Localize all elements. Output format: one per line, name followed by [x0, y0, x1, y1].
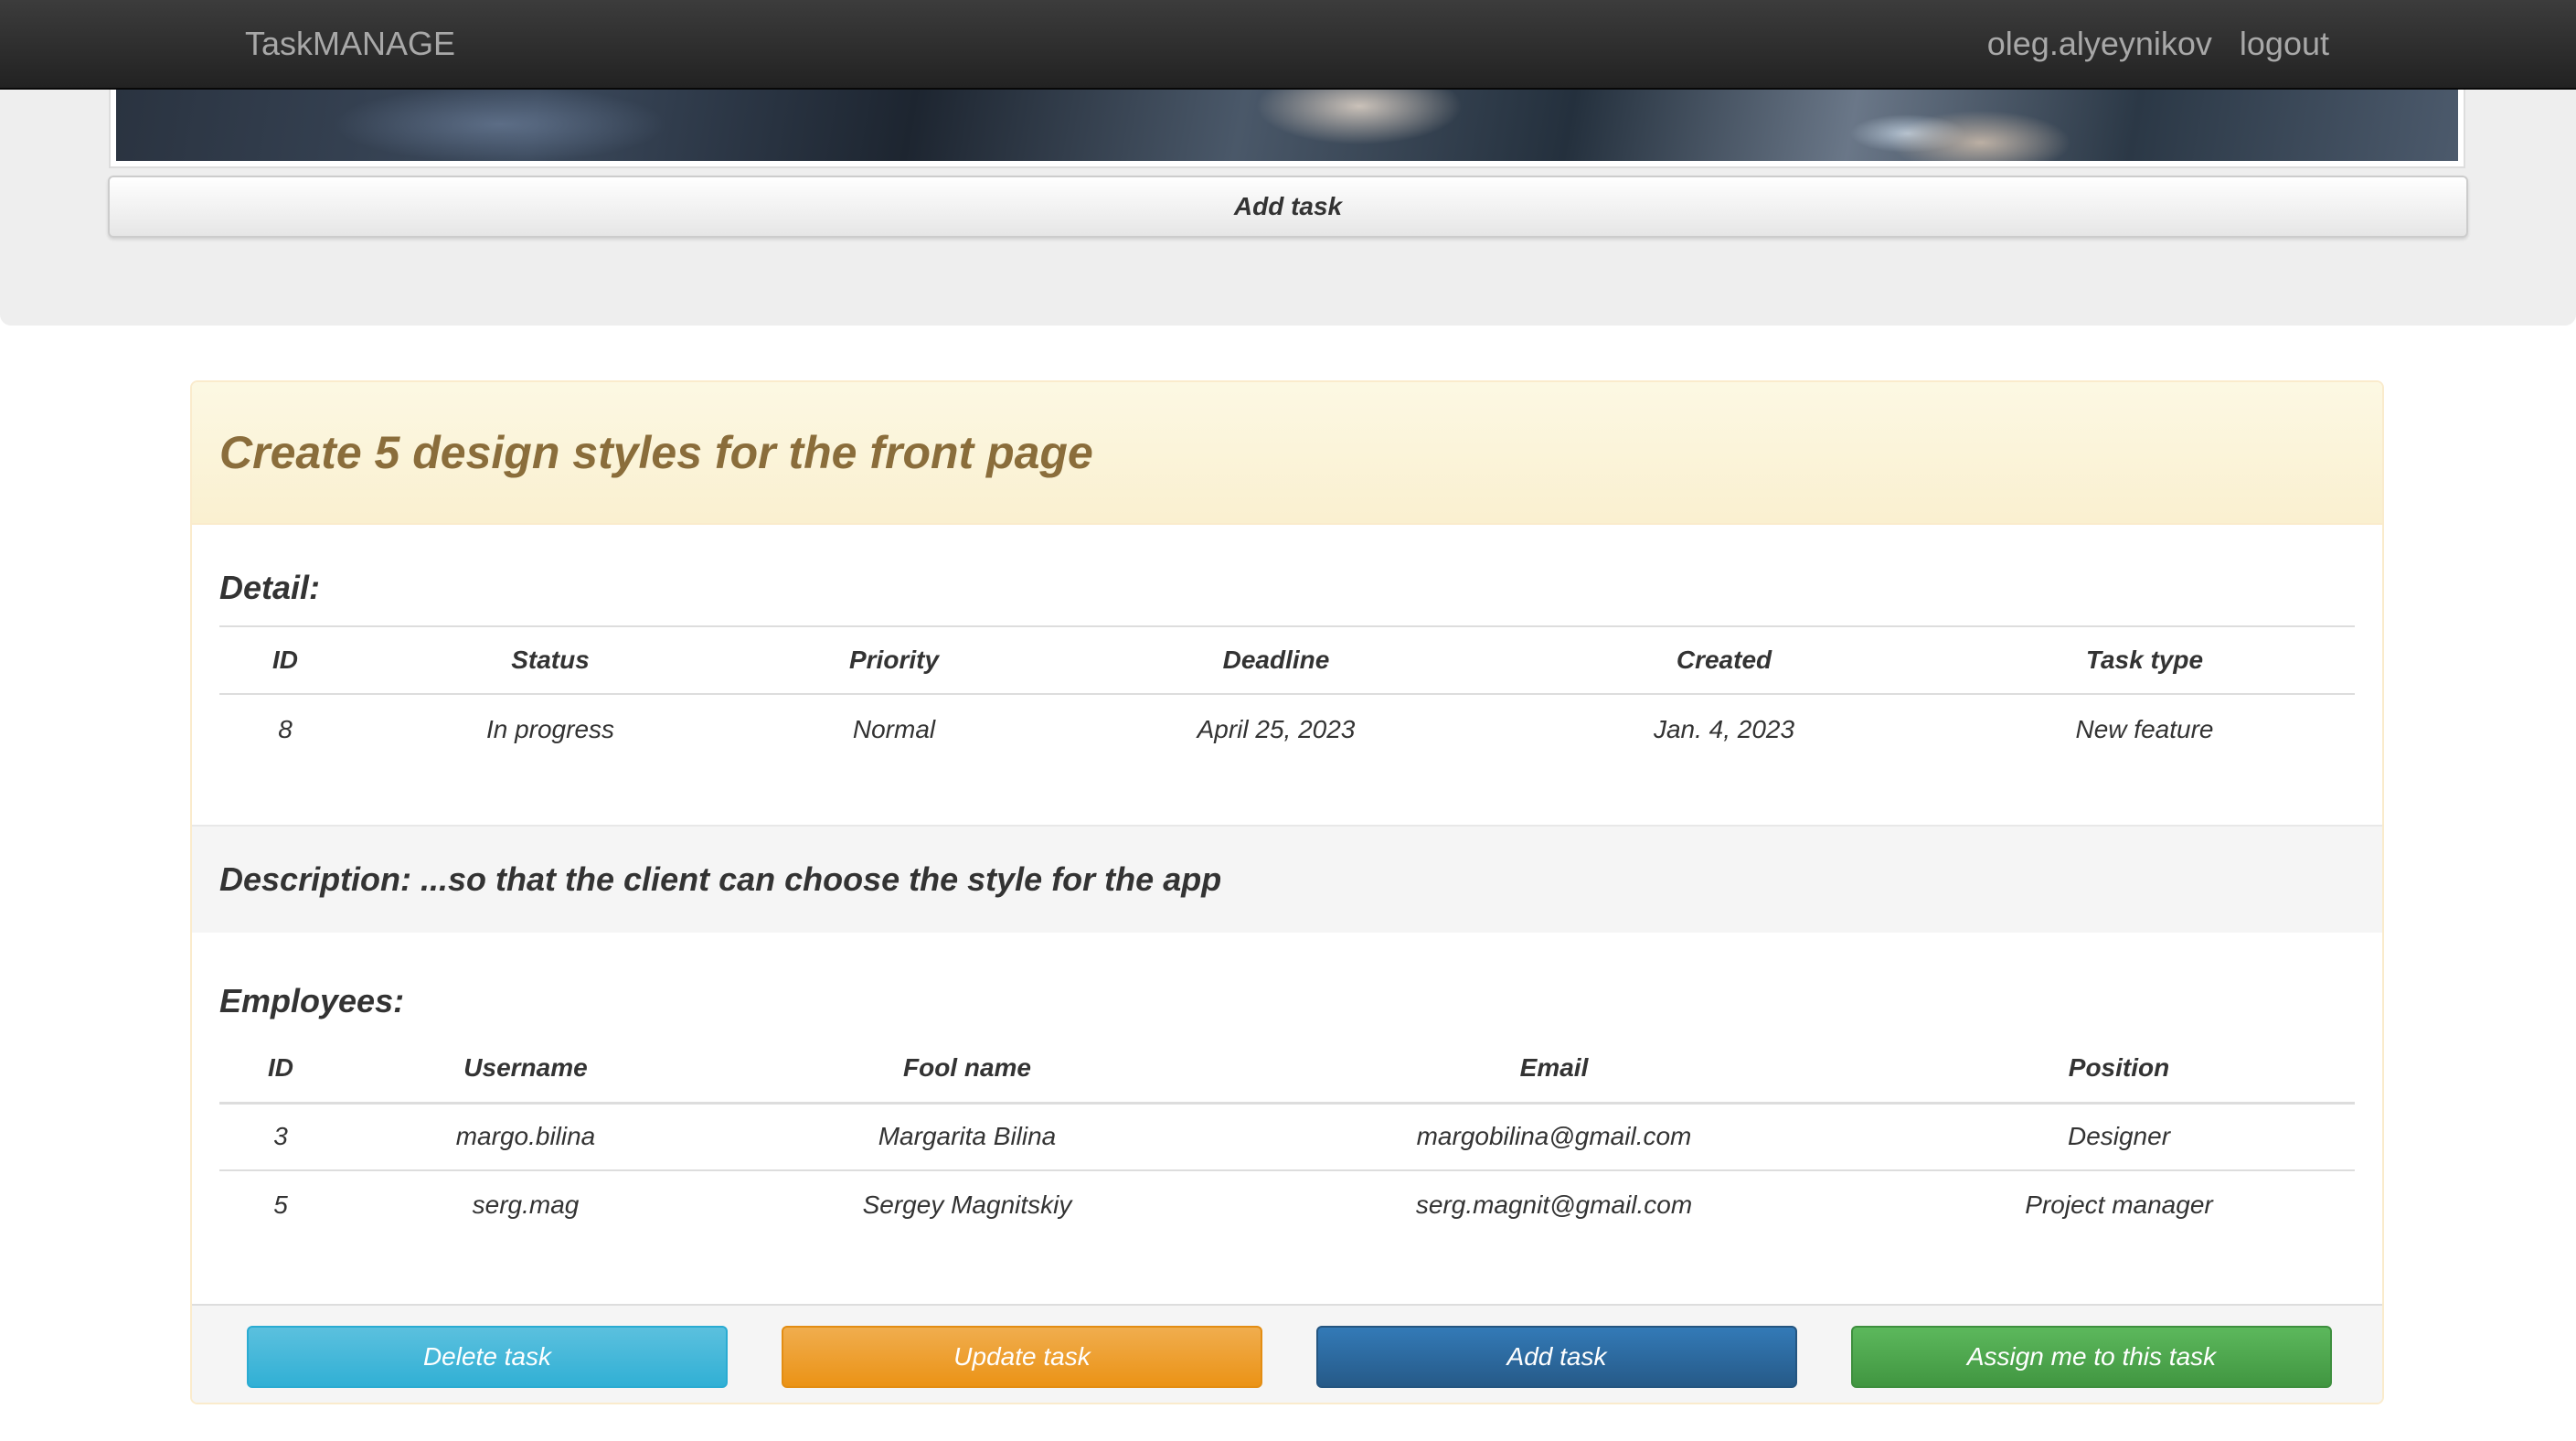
- task-status: In progress: [485, 714, 615, 743]
- employee-fullname: Sergey Magnitskiy: [862, 1190, 1072, 1219]
- emp-col-position: Position: [2068, 1053, 2170, 1083]
- detail-header-row: ID Status Priority Deadline Created Task…: [219, 626, 2355, 694]
- employee-id: 5: [273, 1190, 288, 1219]
- task-id: 8: [278, 714, 293, 743]
- navbar-user-menu: oleg.alyeynikov logout: [1987, 24, 2329, 64]
- employees-table: ID Username Fool name Email Position 3 m…: [219, 1035, 2355, 1238]
- assign-me-button[interactable]: Assign me to this task: [1851, 1326, 2332, 1388]
- detail-col-deadline: Deadline: [1222, 646, 1330, 674]
- top-navbar: TaskMANAGE oleg.alyeynikov logout: [0, 0, 2576, 90]
- task-detail-table: ID Status Priority Deadline Created Task…: [219, 625, 2355, 763]
- description-text: Description: ...so that the client can c…: [219, 860, 1222, 898]
- emp-col-email: Email: [1519, 1053, 1589, 1083]
- hero-image: [116, 88, 2458, 161]
- detail-col-id: ID: [272, 646, 298, 674]
- task-description: Description: ...so that the client can c…: [192, 825, 2382, 933]
- detail-heading: Detail:: [219, 569, 321, 606]
- employee-position: Project manager: [2025, 1190, 2213, 1219]
- task-actions-footer: Delete task Update task Add task Assign …: [192, 1304, 2382, 1403]
- logout-link[interactable]: logout: [2240, 24, 2329, 64]
- employee-email: margobilina@gmail.com: [1416, 1122, 1692, 1151]
- employees-heading: Employees:: [219, 982, 405, 1019]
- employees-header-row: ID Username Fool name Email Position: [219, 1035, 2355, 1103]
- detail-col-created: Created: [1676, 646, 1772, 674]
- detail-col-priority: Priority: [848, 646, 940, 674]
- employee-row: 5 serg.mag Sergey Magnitskiy serg.magnit…: [219, 1170, 2355, 1238]
- employee-position: Designer: [2067, 1122, 2171, 1151]
- employee-row: 3 margo.bilina Margarita Bilina margobil…: [219, 1103, 2355, 1170]
- task-title: Create 5 design styles for the front pag…: [219, 427, 1093, 478]
- hero-image-frame: [109, 88, 2465, 168]
- add-task-top-button[interactable]: Add task: [108, 176, 2468, 238]
- detail-col-status: Status: [511, 646, 590, 674]
- task-panel: Create 5 design styles for the front pag…: [190, 380, 2384, 1404]
- task-priority: Normal: [852, 714, 936, 743]
- detail-row: 8 In progress Normal April 25, 2023 Jan.…: [219, 694, 2355, 763]
- username-link[interactable]: oleg.alyeynikov: [1987, 24, 2212, 64]
- delete-task-button[interactable]: Delete task: [247, 1326, 728, 1388]
- employee-username: margo.bilina: [455, 1122, 596, 1151]
- employee-username: serg.mag: [472, 1190, 580, 1219]
- employee-email: serg.magnit@gmail.com: [1415, 1190, 1693, 1219]
- task-panel-heading: Create 5 design styles for the front pag…: [192, 382, 2382, 525]
- employee-id: 3: [273, 1122, 288, 1151]
- task-created: Jan. 4, 2023: [1653, 714, 1795, 743]
- task-type: New feature: [2075, 714, 2214, 743]
- task-deadline: April 25, 2023: [1197, 714, 1356, 743]
- emp-col-username: Username: [463, 1053, 588, 1083]
- employee-fullname: Margarita Bilina: [878, 1122, 1057, 1151]
- emp-col-id: ID: [268, 1053, 293, 1083]
- emp-col-fullname: Fool name: [902, 1053, 1031, 1083]
- update-task-button[interactable]: Update task: [782, 1326, 1262, 1388]
- detail-col-task-type: Task type: [2085, 646, 2204, 674]
- brand-link[interactable]: TaskMANAGE: [245, 24, 455, 64]
- add-task-button[interactable]: Add task: [1316, 1326, 1797, 1388]
